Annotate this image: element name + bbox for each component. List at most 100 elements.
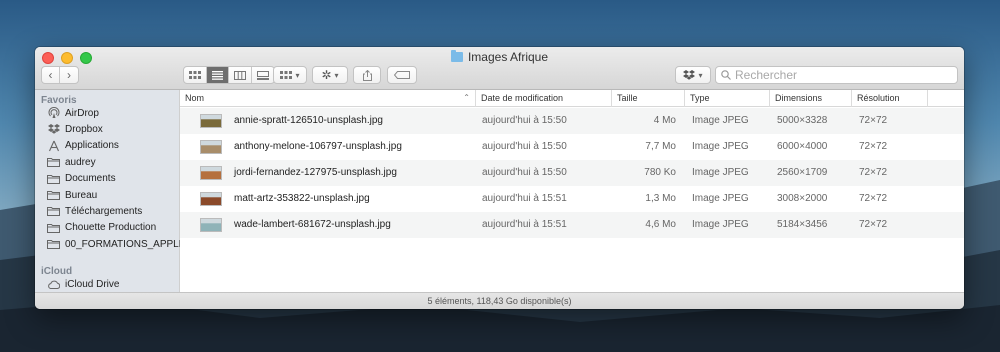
gear-icon: ✲ [321, 68, 332, 82]
columns-icon [233, 70, 246, 80]
group-menu-button[interactable]: ▾ [273, 66, 307, 84]
image-dimensions: 5184×3456 [777, 219, 828, 230]
sidebar-item-icloud-drive[interactable]: iCloud Drive [47, 276, 119, 292]
file-size: 7,7 Mo [645, 141, 676, 152]
image-thumbnail [200, 114, 222, 128]
back-forward-control: ‹ › [41, 66, 79, 84]
file-list: Nom ⌃ Date de modification Taille Type D… [180, 90, 964, 292]
column-header-size[interactable]: Taille [612, 90, 685, 107]
file-type: Image JPEG [692, 115, 749, 126]
sidebar-item-label: Documents [65, 173, 116, 185]
column-header-resolution[interactable]: Résolution [852, 90, 928, 107]
modified-date: aujourd'hui à 15:50 [482, 141, 567, 152]
status-bar: 5 éléments, 118,43 Go disponible(s) [35, 292, 964, 309]
image-resolution: 72×72 [859, 219, 888, 230]
search-field[interactable]: Rechercher [715, 66, 958, 84]
image-thumbnail [200, 140, 222, 154]
forward-button[interactable]: › [60, 67, 78, 83]
sort-ascending-icon: ⌃ [463, 93, 470, 102]
table-header: Nom ⌃ Date de modification Taille Type D… [180, 90, 964, 107]
file-size: 4 Mo [653, 115, 676, 126]
modified-date: aujourd'hui à 15:50 [482, 115, 567, 126]
folder-icon [47, 157, 60, 168]
search-placeholder: Rechercher [735, 68, 798, 82]
airdrop-icon [47, 107, 60, 119]
image-dimensions: 5000×3328 [777, 115, 828, 126]
window-title: Images Afrique [35, 50, 964, 64]
column-view-button[interactable] [229, 67, 252, 83]
image-dimensions: 6000×4000 [777, 141, 828, 152]
sidebar-item-label: iCloud Drive [65, 278, 120, 290]
view-mode-control [183, 66, 275, 84]
folder-icon [47, 190, 60, 201]
folder-icon [47, 222, 60, 233]
sidebar-item-label: Dropbox [65, 123, 103, 135]
sidebar-item-label: Applications [65, 140, 119, 152]
sidebar-item-chouette-production[interactable]: Chouette Production [47, 220, 156, 236]
gallery-view-button[interactable] [252, 67, 274, 83]
modified-date: aujourd'hui à 15:51 [482, 193, 567, 204]
table-row[interactable]: jordi-fernandez-127975-unsplash.jpg aujou… [180, 160, 964, 186]
icon-view-button[interactable] [184, 67, 207, 83]
tag-button[interactable] [387, 66, 417, 84]
file-size: 1,3 Mo [645, 193, 676, 204]
image-dimensions: 3008×2000 [777, 193, 828, 204]
file-type: Image JPEG [692, 167, 749, 178]
sidebar: Favoris AirDrop Dropbox Applications audrey… [35, 90, 185, 292]
file-name: matt-artz-353822-unsplash.jpg [234, 193, 370, 204]
chevron-down-icon: ▾ [698, 70, 703, 80]
file-size: 780 Ko [644, 167, 676, 178]
dropbox-menu-button[interactable]: ▾ [675, 66, 711, 84]
sidebar-item-label: Bureau [65, 189, 98, 201]
folder-icon [47, 173, 60, 184]
back-button[interactable]: ‹ [42, 67, 61, 83]
chevron-down-icon: ▾ [334, 70, 339, 80]
sidebar-item-label: AirDrop [65, 107, 99, 119]
image-thumbnail [200, 192, 222, 206]
gallery-icon [256, 70, 269, 80]
icon-grid-icon [188, 71, 201, 79]
sidebar-item-t-l-chargements[interactable]: Téléchargements [47, 203, 142, 219]
table-row[interactable]: matt-artz-353822-unsplash.jpg aujourd'hui… [180, 186, 964, 212]
applications-icon [47, 140, 60, 152]
cloud-icon [47, 279, 60, 290]
file-name: annie-spratt-126510-unsplash.jpg [234, 115, 383, 126]
share-button[interactable] [353, 66, 381, 84]
sidebar-item-documents[interactable]: Documents [47, 171, 116, 187]
sidebar-item-label: 00_FORMATIONS_APPLE [65, 238, 186, 250]
sidebar-item-bureau[interactable]: Bureau [47, 187, 97, 203]
folder-icon [450, 50, 463, 62]
sidebar-item-label: Chouette Production [65, 222, 157, 234]
sidebar-item-audrey[interactable]: audrey [47, 154, 96, 170]
sidebar-item-airdrop[interactable]: AirDrop [47, 105, 99, 121]
search-icon [721, 70, 731, 80]
file-name: anthony-melone-106797-unsplash.jpg [234, 141, 402, 152]
image-resolution: 72×72 [859, 141, 888, 152]
table-row[interactable]: annie-spratt-126510-unsplash.jpg aujourd'… [180, 108, 964, 134]
finder-window: Images Afrique ‹ › ▾ ✲ ▾ ▾ Rechercher Fa… [35, 47, 964, 309]
sidebar-item-00-formations-apple[interactable]: 00_FORMATIONS_APPLE [47, 236, 185, 252]
list-view-button[interactable] [206, 67, 229, 83]
image-thumbnail [200, 218, 222, 232]
column-header-dimensions[interactable]: Dimensions [770, 90, 852, 107]
tag-icon [394, 71, 410, 79]
table-row[interactable]: wade-lambert-681672-unsplash.jpg aujourd'… [180, 212, 964, 238]
file-type: Image JPEG [692, 219, 749, 230]
image-thumbnail [200, 166, 222, 180]
sidebar-item-dropbox[interactable]: Dropbox [47, 121, 103, 137]
action-menu-button[interactable]: ✲ ▾ [312, 66, 348, 84]
chevron-down-icon: ▾ [295, 70, 300, 80]
modified-date: aujourd'hui à 15:50 [482, 167, 567, 178]
group-grid-icon [280, 71, 293, 79]
image-resolution: 72×72 [859, 115, 888, 126]
table-row[interactable]: anthony-melone-106797-unsplash.jpg aujour… [180, 134, 964, 160]
dropbox-icon [683, 70, 696, 80]
sidebar-item-label: audrey [65, 156, 96, 168]
folder-icon [47, 239, 60, 250]
column-header-name[interactable]: Nom ⌃ [180, 90, 476, 107]
list-icon [211, 70, 223, 80]
toolbar: Images Afrique ‹ › ▾ ✲ ▾ ▾ Rechercher [35, 47, 964, 90]
sidebar-item-applications[interactable]: Applications [47, 138, 119, 154]
column-header-date[interactable]: Date de modification [476, 90, 612, 107]
column-header-type[interactable]: Type [685, 90, 770, 107]
